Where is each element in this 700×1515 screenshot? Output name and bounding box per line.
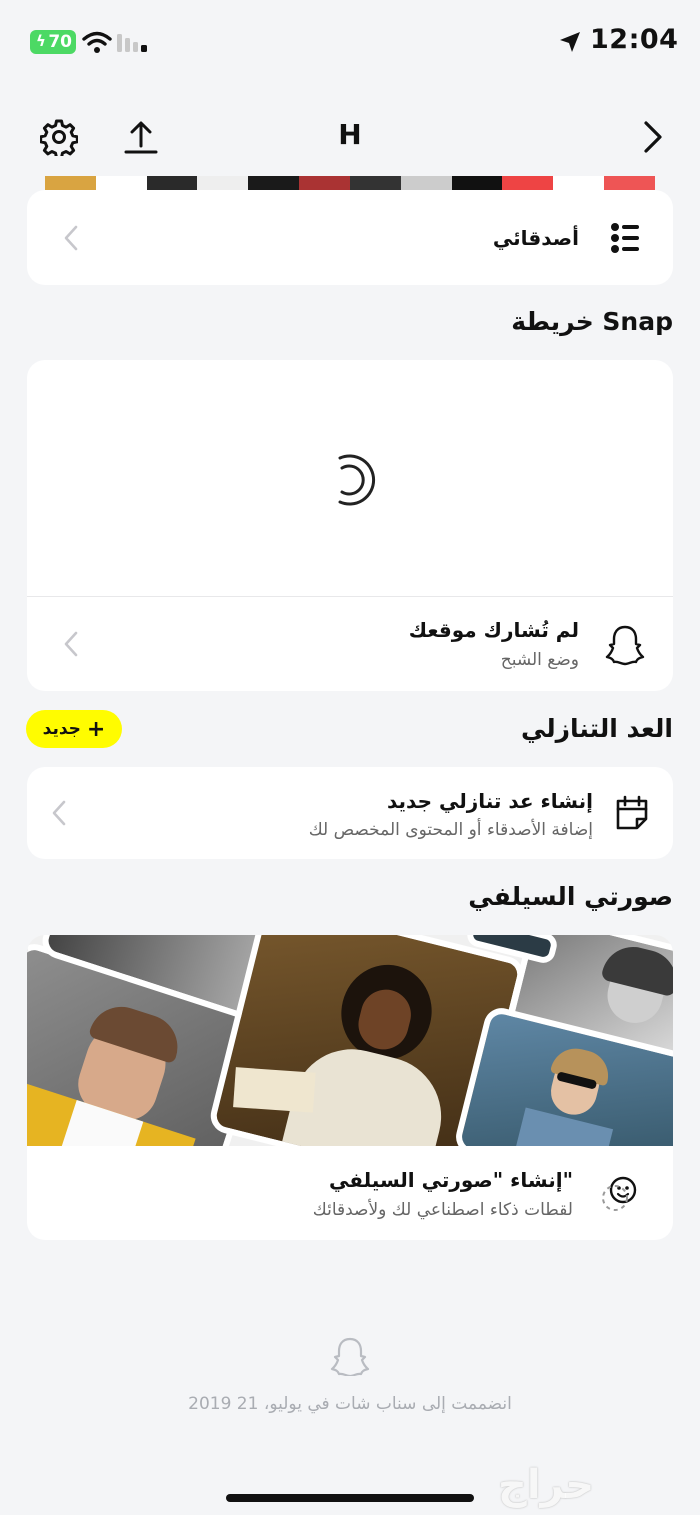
my-friends-card[interactable]: أصدقائي: [27, 190, 673, 285]
gear-icon: [40, 119, 78, 156]
my-friends-label: أصدقائي: [492, 226, 579, 250]
watermark-logo: حراج: [498, 1462, 595, 1508]
new-countdown-button[interactable]: جديد +: [26, 710, 122, 748]
cellular-signal-icon: [117, 34, 147, 52]
share-upload-icon: [124, 121, 158, 154]
create-selfie-subtitle: لقطات ذكاء اصطناعي لك ولأصدقائك: [312, 1200, 573, 1220]
snap-map-section-title: خريطة Snap: [511, 307, 673, 336]
countdown-section-title: العد التنازلي: [520, 714, 673, 743]
create-selfie-card[interactable]: إنشاء "صورتي السيلفي" لقطات ذكاء اصطناعي…: [27, 1146, 673, 1240]
wifi-icon: [82, 31, 112, 53]
forward-button[interactable]: [630, 116, 672, 158]
status-bar: ϟ 70 12:04: [0, 0, 700, 86]
profile-title: H: [338, 118, 362, 151]
share-button[interactable]: [120, 116, 162, 158]
battery-indicator: ϟ 70: [30, 30, 76, 54]
battery-level: 70: [48, 32, 72, 52]
charging-bolt-icon: ϟ: [36, 32, 46, 50]
snapchat-ghost-icon: [330, 1337, 370, 1376]
ghost-mode-label: وضع الشبح: [500, 650, 579, 670]
calendar-icon: [616, 795, 648, 830]
friends-list-icon: [611, 223, 639, 253]
photo-strip: [45, 176, 655, 190]
loading-spinner-icon: [338, 454, 376, 506]
new-label: جديد: [42, 719, 81, 739]
home-indicator[interactable]: [226, 1494, 474, 1502]
dashed-smiley-icon: [602, 1176, 637, 1211]
create-countdown-subtitle: إضافة الأصدقاء أو المحتوى المخصص لك: [308, 820, 593, 840]
chevron-right-icon: [644, 121, 662, 153]
create-selfie-title: إنشاء "صورتي السيلفي": [328, 1168, 573, 1192]
chevron-left-icon: [64, 225, 78, 251]
location-arrow-icon: [560, 32, 580, 52]
settings-button[interactable]: [38, 116, 80, 158]
chevron-left-icon: [52, 800, 66, 826]
map-divider: [27, 596, 673, 597]
snap-map-card[interactable]: لم تُشارك موقعك وضع الشبح: [27, 360, 673, 691]
create-countdown-card[interactable]: إنشاء عد تنازلي جديد إضافة الأصدقاء أو ا…: [27, 767, 673, 859]
status-time: 12:04: [590, 24, 679, 55]
chevron-left-icon: [64, 631, 78, 657]
selfie-preview-banner[interactable]: [27, 935, 673, 1146]
plus-icon: +: [86, 716, 106, 742]
joined-date-text: انضممت إلى سناب شات في يوليو، 21 2019: [188, 1394, 512, 1414]
create-countdown-title: إنشاء عد تنازلي جديد: [386, 789, 593, 813]
selfie-section-title: صورتي السيلفي: [468, 882, 673, 911]
location-status-title: لم تُشارك موقعك: [408, 618, 579, 642]
ghost-icon: [605, 625, 645, 666]
